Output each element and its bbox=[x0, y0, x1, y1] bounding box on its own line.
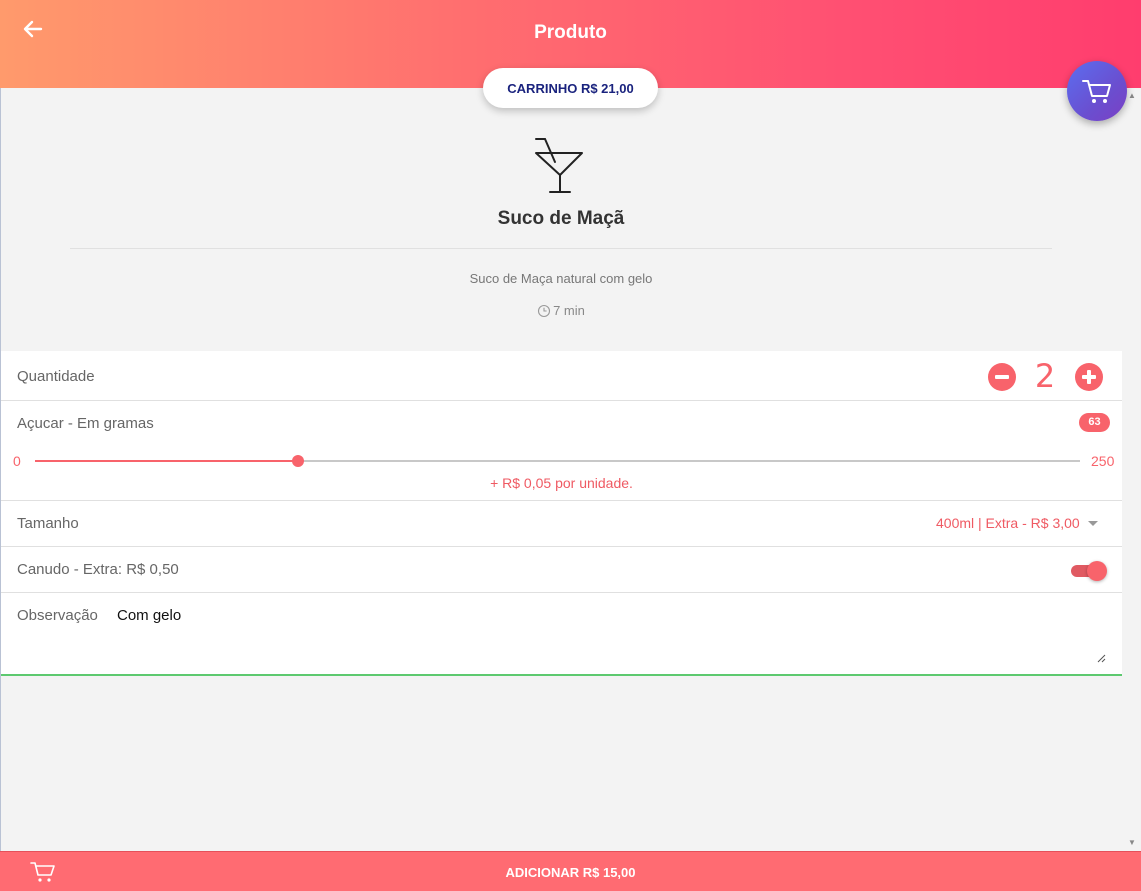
clock-icon bbox=[538, 304, 551, 317]
add-to-cart-button[interactable]: ADICIONAR R$ 15,00 bbox=[0, 851, 1141, 891]
size-selected-value: 400ml | Extra - R$ 3,00 bbox=[936, 515, 1080, 531]
straw-label: Canudo - Extra: R$ 0,50 bbox=[17, 561, 179, 578]
quantity-value: 2 bbox=[1034, 357, 1056, 395]
product-options-form: Quantidade 2 Açucar - Em gramas 63 0 250… bbox=[1, 351, 1122, 676]
slider-max-label: 250 bbox=[1091, 453, 1115, 469]
size-label: Tamanho bbox=[17, 515, 79, 532]
quantity-label: Quantidade bbox=[17, 368, 95, 385]
toggle-thumb bbox=[1087, 561, 1107, 581]
increase-quantity-button[interactable] bbox=[1075, 363, 1103, 391]
slider-fill bbox=[35, 460, 299, 462]
product-description: Suco de Maça natural com gelo bbox=[469, 271, 653, 286]
prep-time-value: 7 min bbox=[553, 303, 585, 318]
sugar-slider[interactable] bbox=[35, 455, 1080, 467]
scroll-down-arrow[interactable]: ▼ bbox=[1127, 838, 1137, 848]
sugar-label: Açucar - Em gramas bbox=[17, 415, 154, 432]
sugar-value-badge: 63 bbox=[1079, 413, 1110, 432]
prep-time: 7 min bbox=[0, 303, 1122, 318]
slider-min-label: 0 bbox=[13, 453, 21, 469]
quantity-row: Quantidade 2 bbox=[1, 351, 1122, 401]
scroll-up-arrow[interactable]: ▲ bbox=[1127, 91, 1137, 101]
notes-row: Observação Com gelo bbox=[1, 593, 1122, 674]
notes-label: Observação bbox=[17, 607, 98, 624]
add-to-cart-label: ADICIONAR R$ 15,00 bbox=[505, 865, 636, 880]
chevron-down-icon bbox=[1087, 520, 1098, 526]
page-title: Produto bbox=[534, 22, 607, 43]
product-name: Suco de Maçã bbox=[497, 208, 625, 229]
notes-textarea[interactable]: Com gelo bbox=[115, 601, 1108, 665]
cart-total-button[interactable]: CARRINHO R$ 21,00 bbox=[483, 68, 658, 108]
straw-toggle[interactable] bbox=[1071, 561, 1107, 581]
straw-row: Canudo - Extra: R$ 0,50 bbox=[1, 547, 1122, 593]
resize-grip-icon[interactable] bbox=[1097, 654, 1106, 663]
cart-fab-button[interactable] bbox=[1067, 61, 1127, 121]
sugar-row: Açucar - Em gramas 63 0 250 + R$ 0,05 po… bbox=[1, 401, 1122, 501]
divider bbox=[70, 248, 1052, 249]
cocktail-glass-icon bbox=[535, 138, 583, 193]
slider-thumb[interactable] bbox=[292, 455, 305, 467]
sugar-price-note: + R$ 0,05 por unidade. bbox=[490, 475, 633, 491]
size-row: Tamanho 400ml | Extra - R$ 3,00 bbox=[1, 501, 1122, 547]
decrease-quantity-button[interactable] bbox=[988, 363, 1016, 391]
size-select[interactable]: 400ml | Extra - R$ 3,00 bbox=[936, 515, 1098, 531]
shopping-cart-icon bbox=[1082, 80, 1111, 103]
